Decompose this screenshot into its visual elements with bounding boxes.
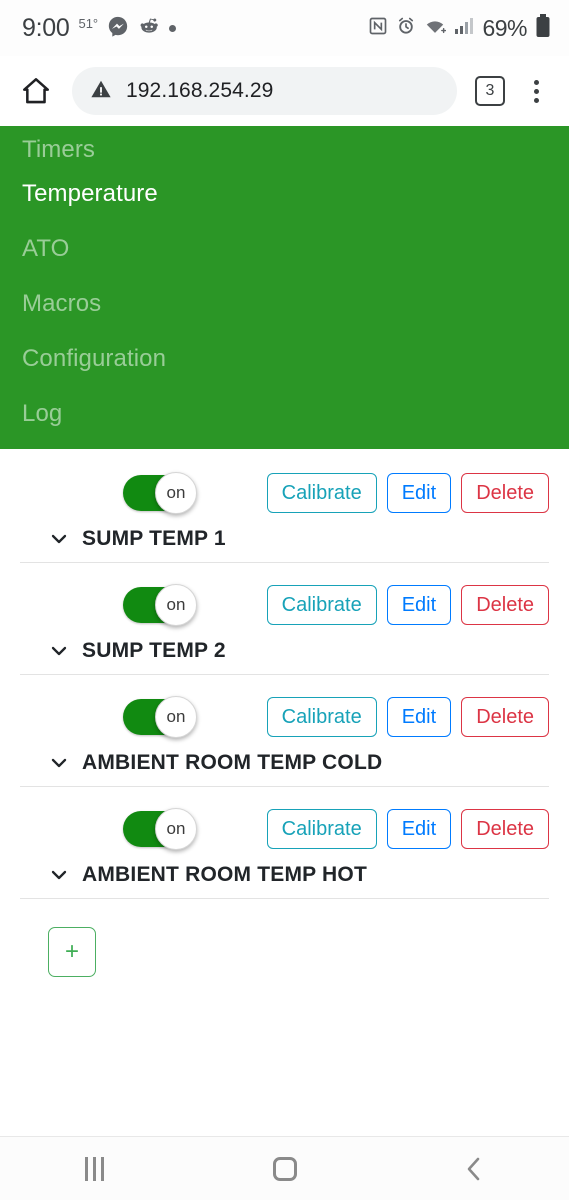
home-square-icon[interactable] [190,1156,380,1181]
edit-button[interactable]: Edit [386,697,452,737]
probe-name: AMBIENT ROOM TEMP HOT [82,863,367,886]
probe-enable-toggle[interactable]: on [123,472,197,514]
probe-enable-toggle[interactable]: on [123,808,197,850]
battery-percentage: 69% [482,14,527,41]
delete-button[interactable]: Delete [461,473,549,513]
toggle-knob: on [155,584,197,626]
probe-name: SUMP TEMP 1 [82,527,226,550]
edit-button[interactable]: Edit [386,809,452,849]
status-bar-left: 9:00 51° [22,14,368,43]
probe-enable-toggle[interactable]: on [123,584,197,626]
edit-button[interactable]: Edit [386,585,452,625]
nav-item-timers[interactable]: Timers [0,126,569,166]
chevron-down-icon[interactable] [50,530,68,548]
table-row: on Calibrate Edit Delete AMBIENT ROOM TE… [0,787,569,899]
nav-item-label: Configuration [22,344,167,372]
status-bar: 9:00 51° 69% [0,0,569,56]
delete-button[interactable]: Delete [461,697,549,737]
probe-controls: on Calibrate Edit Delete [20,472,549,514]
chevron-down-icon[interactable] [50,642,68,660]
nav-item-ato[interactable]: ATO [0,221,569,276]
calibrate-button[interactable]: Calibrate [266,585,377,625]
nav-item-log[interactable]: Log [0,386,569,441]
table-row: on Calibrate Edit Delete AMBIENT ROOM TE… [0,675,569,787]
phone-screen: 9:00 51° 69% 192.168.254.29 3 Timers Tem… [0,0,569,1200]
probe-controls: on Calibrate Edit Delete [20,584,549,626]
toggle-knob: on [155,808,197,850]
browser-toolbar: 192.168.254.29 3 [0,56,569,126]
back-chevron-icon[interactable] [379,1156,569,1182]
main-navigation-menu: Timers Temperature ATO Macros Configurat… [0,126,569,449]
chevron-down-icon[interactable] [50,866,68,884]
recents-icon[interactable] [0,1156,190,1181]
nav-item-temperature[interactable]: Temperature [0,166,569,221]
clock: 9:00 [22,13,70,42]
nav-item-label: Macros [22,289,102,317]
toggle-knob: on [155,472,197,514]
probe-header[interactable]: AMBIENT ROOM TEMP COLD [20,751,549,775]
nav-item-configuration[interactable]: Configuration [0,331,569,386]
status-bar-right: 69% [368,13,551,43]
android-navigation-bar [0,1136,569,1200]
overflow-menu-icon[interactable] [519,71,553,111]
probe-controls: on Calibrate Edit Delete [20,696,549,738]
probe-name: AMBIENT ROOM TEMP COLD [82,751,383,774]
cellular-signal-icon [454,17,474,40]
tab-counter-button[interactable]: 3 [475,76,505,106]
edit-button[interactable]: Edit [386,473,452,513]
probe-action-buttons: Calibrate Edit Delete [266,697,549,737]
wifi-icon [424,16,447,41]
reddit-icon [138,15,160,42]
probe-action-buttons: Calibrate Edit Delete [266,809,549,849]
probe-header[interactable]: SUMP TEMP 2 [20,639,549,663]
calibrate-button[interactable]: Calibrate [266,809,377,849]
chevron-down-icon[interactable] [50,754,68,772]
home-icon[interactable] [14,69,58,113]
nav-item-label: Temperature [22,179,158,207]
not-secure-warning-icon [90,78,112,105]
table-row: on Calibrate Edit Delete SUMP TEMP 2 [0,563,569,675]
add-probe-area: + [0,899,569,977]
nav-item-label: ATO [22,234,70,262]
dot-icon [169,24,177,32]
nav-item-label: Timers [22,136,96,163]
calibrate-button[interactable]: Calibrate [266,697,377,737]
calibrate-button[interactable]: Calibrate [266,473,377,513]
delete-button[interactable]: Delete [461,809,549,849]
probe-name: SUMP TEMP 2 [82,639,226,662]
probe-header[interactable]: SUMP TEMP 1 [20,527,549,551]
probe-controls: on Calibrate Edit Delete [20,808,549,850]
delete-button[interactable]: Delete [461,585,549,625]
weather-temperature: 51° [78,15,99,31]
probe-enable-toggle[interactable]: on [123,696,197,738]
probe-header[interactable]: AMBIENT ROOM TEMP HOT [20,863,549,887]
battery-icon [535,13,551,43]
url-bar[interactable]: 192.168.254.29 [72,67,457,115]
table-row: on Calibrate Edit Delete SUMP TEMP 1 [0,451,569,563]
nfc-icon [368,16,388,41]
probe-action-buttons: Calibrate Edit Delete [266,585,549,625]
messenger-icon [107,15,129,42]
url-text: 192.168.254.29 [126,79,274,102]
nav-item-label: Log [22,399,63,427]
temperature-probe-list: on Calibrate Edit Delete SUMP TEMP 1 on … [0,449,569,977]
toggle-knob: on [155,696,197,738]
probe-action-buttons: Calibrate Edit Delete [266,473,549,513]
add-probe-button[interactable]: + [48,927,96,977]
nav-item-macros[interactable]: Macros [0,276,569,331]
alarm-icon [396,16,416,41]
row-divider [20,898,549,899]
